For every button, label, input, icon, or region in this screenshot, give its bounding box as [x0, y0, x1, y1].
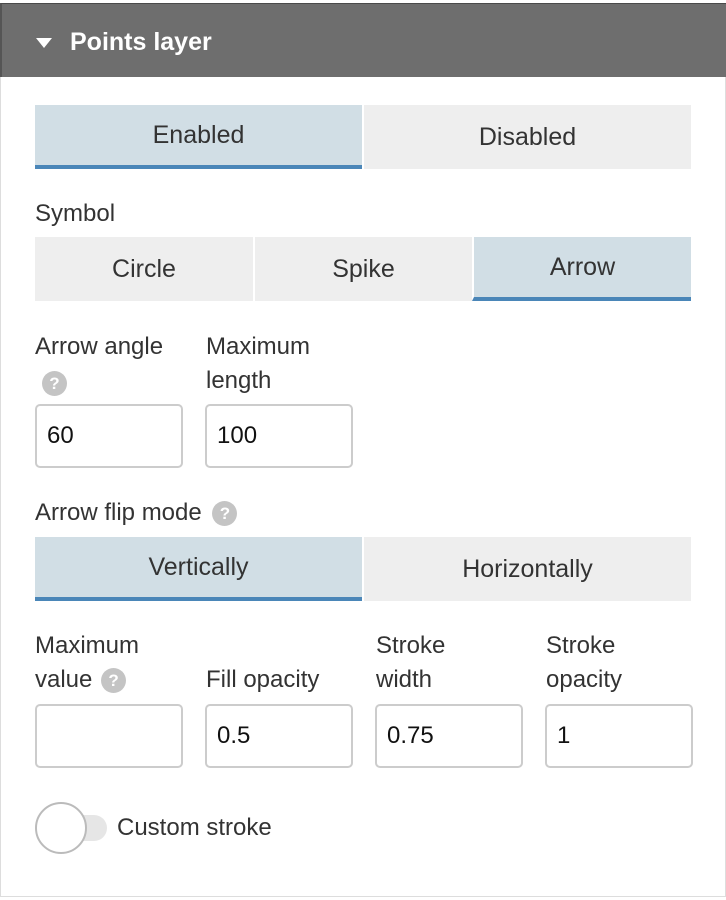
- custom-stroke-label: Custom stroke: [117, 814, 272, 841]
- help-icon[interactable]: ?: [212, 501, 238, 527]
- max-value-input[interactable]: [35, 704, 183, 768]
- flip-mode-toggle-group: Vertically Horizontally: [35, 537, 691, 601]
- max-value-label-row: value ?: [35, 663, 127, 697]
- flip-mode-label-row: Arrow flip mode ?: [35, 496, 238, 530]
- fill-opacity-label: Fill opacity: [206, 666, 320, 693]
- panel-title: Points layer: [70, 28, 212, 56]
- arrow-angle-label: Arrow angle: [35, 333, 164, 360]
- max-length-input[interactable]: [205, 404, 353, 468]
- custom-stroke-switch[interactable]: [35, 802, 107, 854]
- symbol-selector: Circle Spike Arrow: [35, 237, 691, 301]
- symbol-spike-button[interactable]: Spike: [253, 237, 472, 301]
- disabled-button[interactable]: Disabled: [362, 105, 691, 169]
- arrow-angle-input[interactable]: [35, 404, 183, 468]
- help-icon[interactable]: ?: [101, 668, 127, 694]
- stroke-width-label-line2: width: [376, 666, 433, 693]
- switch-knob[interactable]: [35, 802, 87, 854]
- stroke-opacity-label-line2: opacity: [546, 666, 623, 693]
- max-length-label-line1: Maximum: [206, 333, 311, 360]
- flip-mode-label: Arrow flip mode: [35, 499, 202, 526]
- help-icon[interactable]: ?: [42, 371, 67, 397]
- enabled-toggle-group: Enabled Disabled: [35, 105, 691, 169]
- flip-horizontally-button[interactable]: Horizontally: [362, 537, 691, 601]
- flip-vertically-button[interactable]: Vertically: [35, 537, 362, 601]
- stroke-width-input[interactable]: [375, 704, 523, 768]
- symbol-label: Symbol: [35, 200, 116, 227]
- arrow-angle-help[interactable]: ?: [42, 366, 67, 400]
- max-length-label-line2: length: [206, 367, 272, 394]
- max-value-label-line1: Maximum: [35, 632, 140, 659]
- panel-header[interactable]: Points layer: [0, 3, 726, 77]
- fill-opacity-input[interactable]: [205, 704, 353, 768]
- stroke-opacity-label-line1: Stroke: [546, 632, 616, 659]
- points-layer-panel: Points layer Enabled Disabled Symbol Cir…: [0, 0, 726, 900]
- stroke-opacity-input[interactable]: [545, 704, 693, 768]
- max-value-label-line2: value: [35, 666, 93, 693]
- enabled-button[interactable]: Enabled: [35, 105, 362, 169]
- symbol-arrow-button[interactable]: Arrow: [472, 237, 691, 301]
- caret-down-icon[interactable]: [36, 38, 52, 48]
- stroke-width-label-line1: Stroke: [376, 632, 446, 659]
- symbol-circle-button[interactable]: Circle: [35, 237, 253, 301]
